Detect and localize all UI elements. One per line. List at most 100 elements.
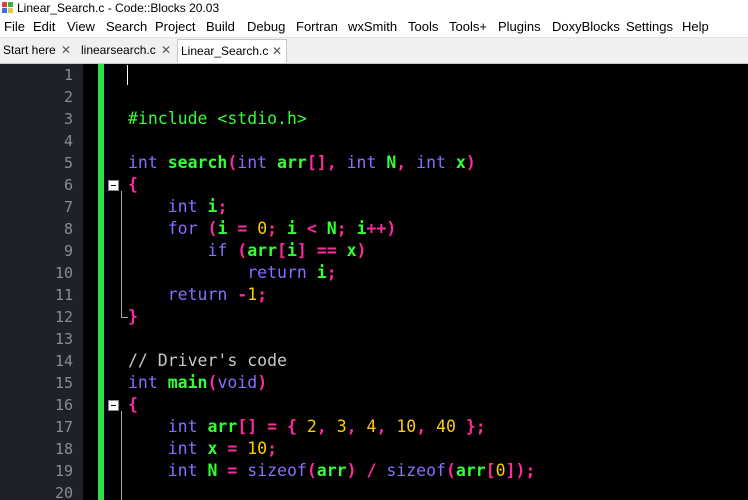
token: ( [306, 461, 317, 480]
token: i [356, 219, 367, 238]
fold-minus-icon[interactable] [108, 180, 119, 191]
token: if [207, 241, 228, 260]
title-bar: Linear_Search.c - Code::Blocks 20.03 [0, 0, 748, 16]
menu-plugins[interactable]: Plugins [498, 16, 541, 37]
tab-linearsearch[interactable]: linearsearch.c ✕ [78, 39, 176, 62]
token: ; [257, 285, 268, 304]
menu-project[interactable]: Project [155, 16, 195, 37]
preprocessor-directive: #include <stdio.h> [128, 109, 307, 128]
token: arr [247, 241, 278, 260]
token: int [346, 153, 377, 172]
token: arr [316, 461, 347, 480]
token: main [167, 373, 208, 392]
menu-search[interactable]: Search [106, 16, 147, 37]
fold-minus-icon[interactable] [108, 400, 119, 411]
line-number: 15 [54, 374, 73, 392]
token: 0 [495, 461, 506, 480]
menu-fortran[interactable]: Fortran [296, 16, 338, 37]
token: , [346, 417, 357, 436]
token: int [416, 153, 446, 172]
line-number: 17 [54, 418, 73, 436]
menu-debug[interactable]: Debug [247, 16, 285, 37]
token: 3 [336, 417, 347, 436]
menu-edit[interactable]: Edit [33, 16, 55, 37]
fold-end [121, 317, 128, 318]
code-line-9: if (arr[i] == x) [128, 240, 366, 262]
menu-build[interactable]: Build [206, 16, 235, 37]
token: ++) [366, 219, 397, 238]
menu-tools[interactable]: Tools [408, 16, 438, 37]
code-line-18: int x = 10; [128, 438, 277, 460]
token: N [326, 219, 337, 238]
tab-linear-search-active[interactable]: Linear_Search.c ✕ [177, 39, 287, 63]
code-line-7: int i; [128, 196, 228, 218]
menu-bar: File Edit View Search Project Build Debu… [0, 16, 748, 38]
line-number: 16 [54, 396, 73, 414]
menu-doxyblocks[interactable]: DoxyBlocks [552, 16, 620, 37]
token: return [167, 285, 228, 304]
menu-file[interactable]: File [4, 16, 25, 37]
token: ( [237, 241, 248, 260]
token: int [167, 461, 198, 480]
token: 10 [247, 439, 268, 458]
close-icon[interactable]: ✕ [161, 39, 171, 62]
menu-tools-plus[interactable]: Tools+ [449, 16, 487, 37]
line-number: 5 [63, 154, 73, 172]
line-number: 2 [63, 88, 73, 106]
code-line-8: for (i = 0; i < N; i++) [128, 218, 397, 240]
menu-help[interactable]: Help [682, 16, 709, 37]
token: sizeof [247, 461, 307, 480]
menu-view[interactable]: View [67, 16, 95, 37]
tab-label: Start here [3, 43, 56, 57]
line-number: 4 [63, 132, 73, 150]
token: arr [455, 461, 486, 480]
line-number: 18 [54, 440, 73, 458]
code-line-11: return -1; [128, 284, 267, 306]
codeblocks-icon [2, 2, 13, 13]
code-line-15: int main(void) [128, 372, 267, 394]
token: 10 [396, 417, 417, 436]
token: ; [217, 197, 228, 216]
close-icon[interactable]: ✕ [272, 40, 282, 63]
token: - [237, 285, 248, 304]
line-number: 6 [63, 176, 73, 194]
token: i [207, 197, 218, 216]
token: arr [277, 153, 307, 172]
token: ) [356, 241, 367, 260]
menu-settings[interactable]: Settings [626, 16, 673, 37]
code-line-12: } [128, 306, 138, 328]
token: [ [277, 241, 287, 260]
code-editor[interactable]: 1 2 3 4 5 6 7 8 9 10 11 12 13 14 15 16 1… [0, 64, 748, 500]
menu-wxsmith[interactable]: wxSmith [348, 16, 397, 37]
line-number: 12 [54, 308, 73, 326]
token: for [167, 219, 198, 238]
token: N [207, 461, 218, 480]
token: i [217, 219, 228, 238]
token: int [167, 417, 198, 436]
token: return [247, 263, 307, 282]
token: = [237, 219, 248, 238]
tab-start-here[interactable]: Start here ✕ [0, 39, 77, 62]
token: int [128, 373, 158, 392]
close-icon[interactable]: ✕ [61, 39, 71, 62]
token: ) [346, 461, 357, 480]
